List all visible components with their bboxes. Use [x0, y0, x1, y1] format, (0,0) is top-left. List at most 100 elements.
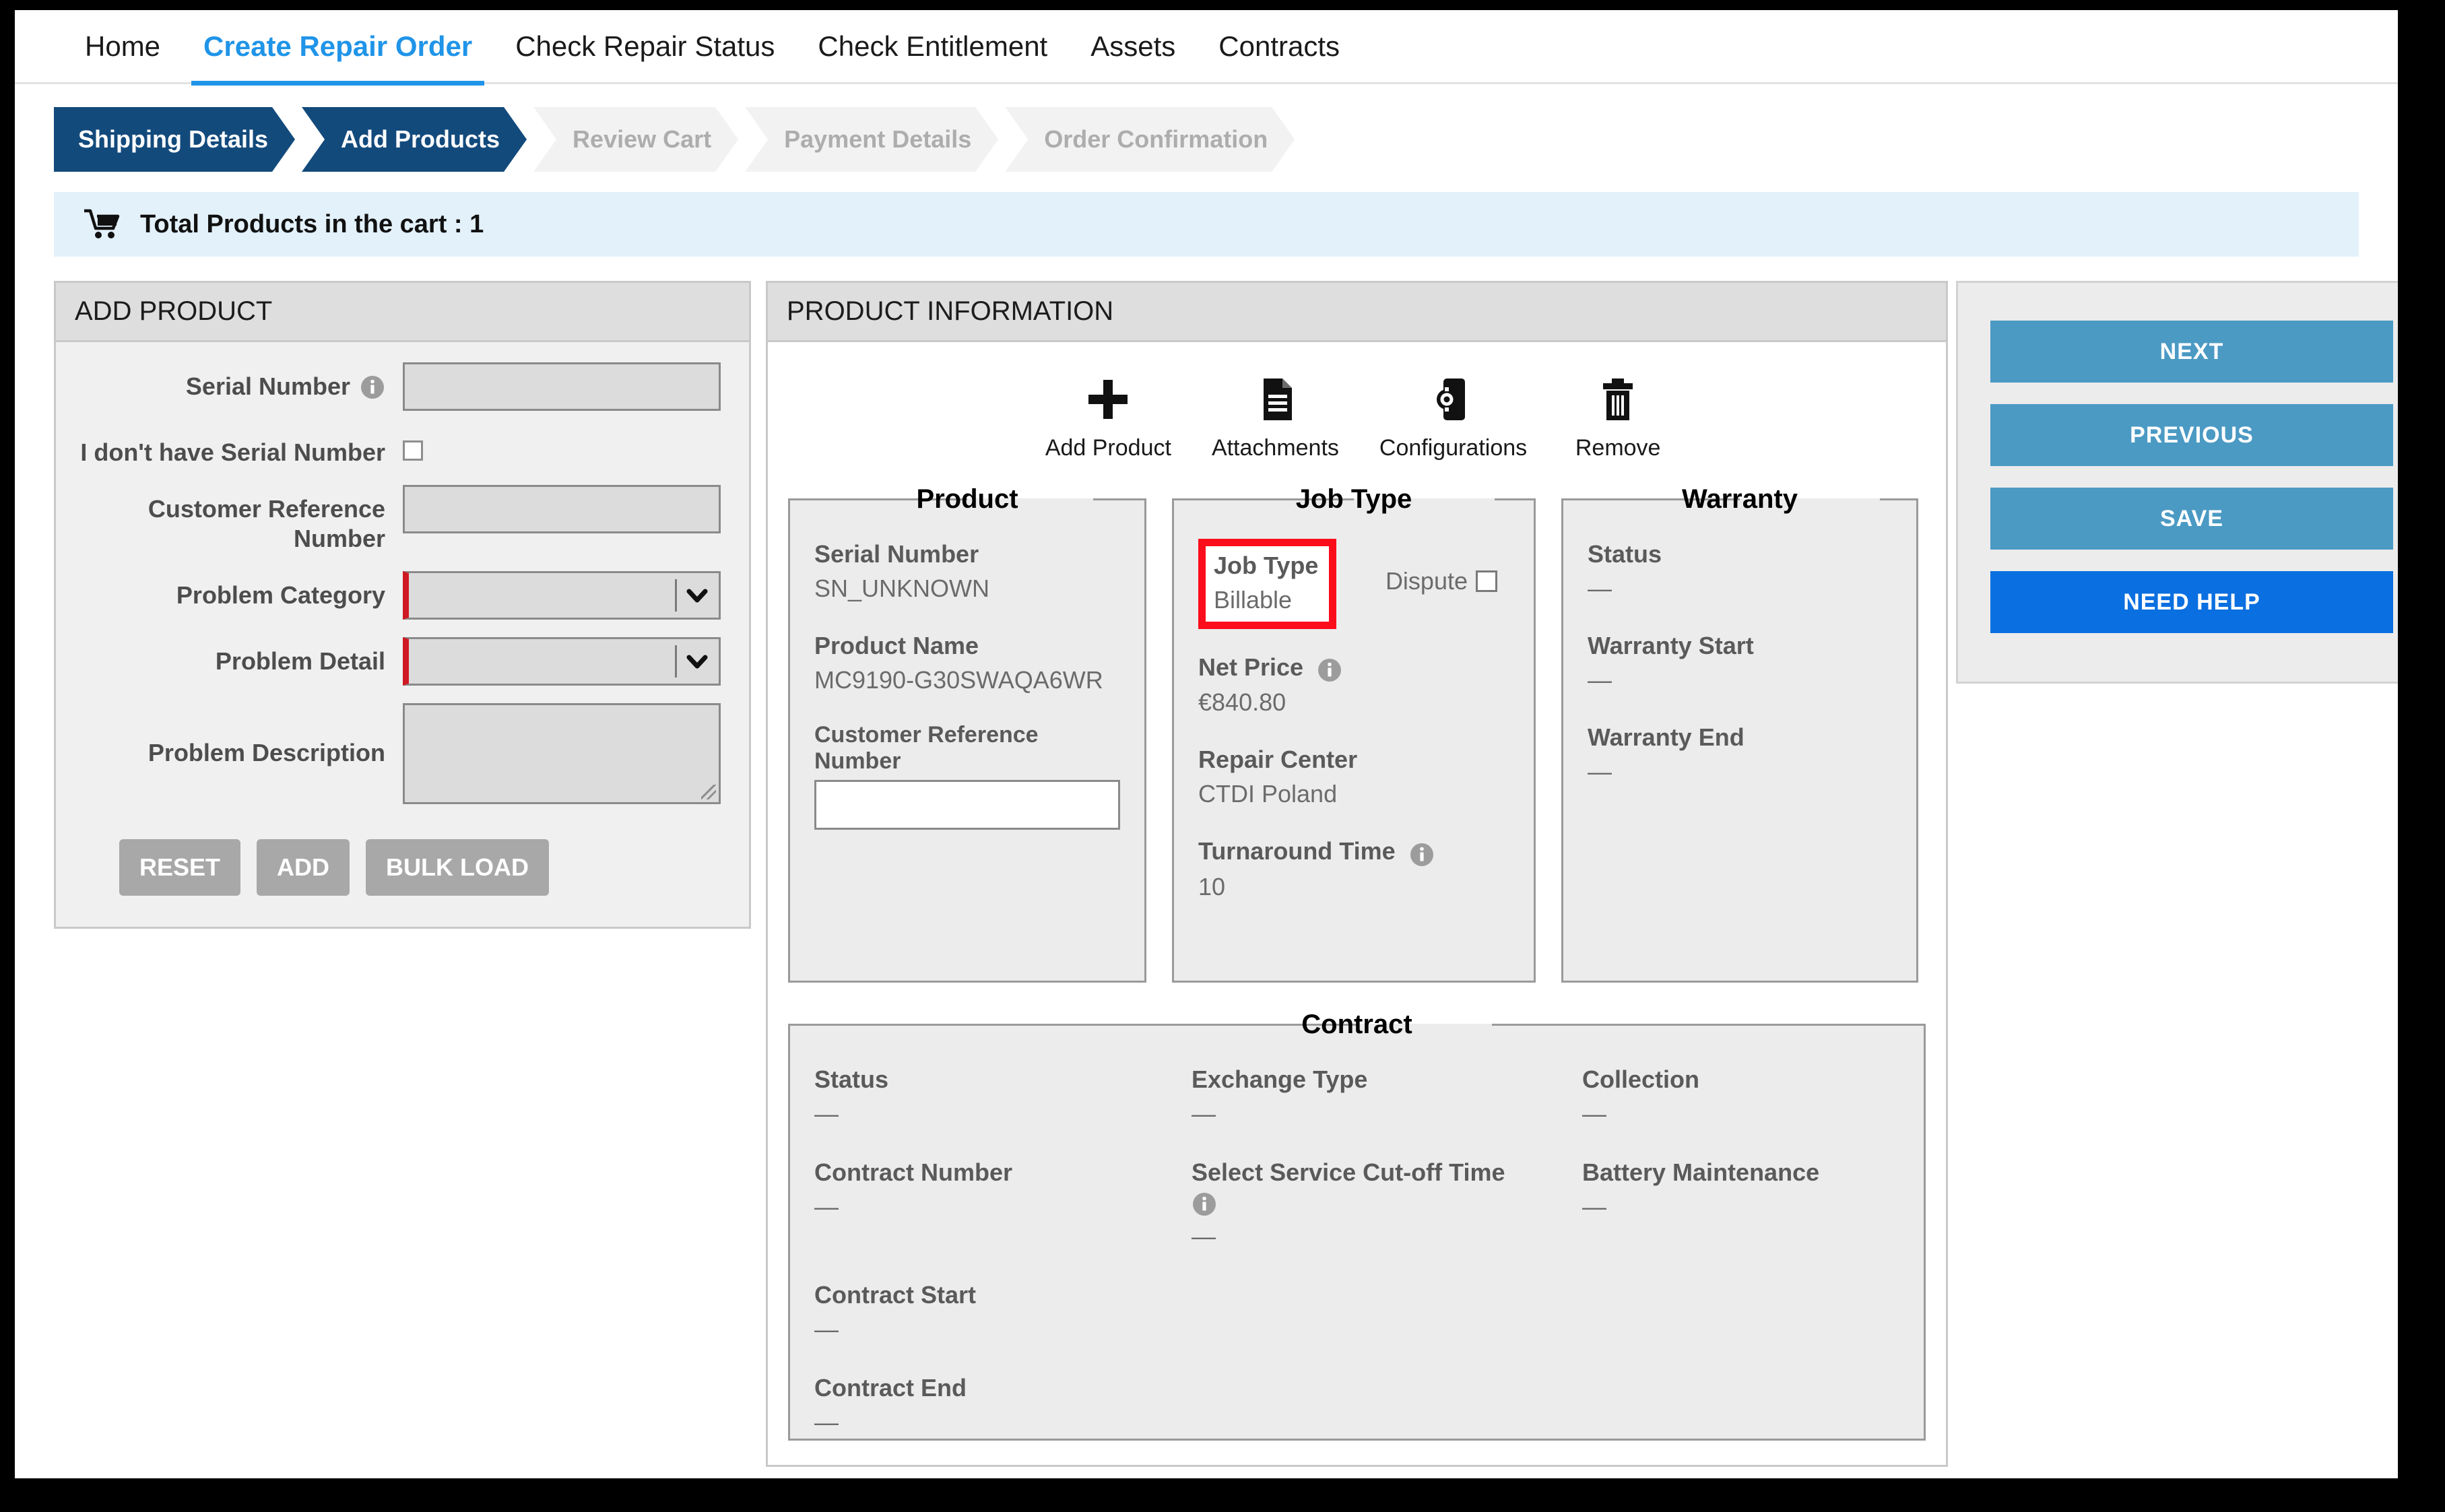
cart-summary-bar: Total Products in the cart : 1	[54, 192, 2359, 257]
product-toolbar: Add Product Attachments Configurations R…	[788, 360, 1926, 473]
contract-battery-label: Battery Maintenance	[1582, 1158, 1820, 1186]
remove-tool[interactable]: Remove	[1567, 374, 1668, 461]
attachments-tool[interactable]: Attachments	[1212, 374, 1339, 461]
document-icon	[1264, 379, 1293, 420]
contract-end-label: Contract End	[814, 1374, 967, 1402]
repair-center-field: Repair Center CTDI Poland	[1198, 744, 1509, 809]
warranty-status-label: Status	[1588, 540, 1662, 568]
warranty-status-field: Status —	[1588, 539, 1892, 603]
app-page: Home Create Repair Order Check Repair St…	[15, 10, 2398, 1478]
warranty-start-value: —	[1588, 666, 1612, 694]
product-serial-number-label: Serial Number	[814, 540, 979, 568]
contract-collection-field: Collection —	[1582, 1064, 1899, 1129]
info-icon[interactable]	[1317, 657, 1342, 683]
content-columns: ADD PRODUCT Serial Number I don't have S…	[54, 281, 2398, 1467]
product-customer-reference-label: Customer Reference Number	[814, 722, 1039, 774]
contract-status-label: Status	[814, 1065, 889, 1093]
nav-item-assets[interactable]: Assets	[1069, 10, 1197, 84]
info-icon[interactable]	[1192, 1191, 1217, 1217]
add-product-panel: ADD PRODUCT Serial Number I don't have S…	[54, 281, 751, 929]
nav-item-create-repair-order[interactable]: Create Repair Order	[182, 10, 494, 86]
info-icon[interactable]	[1409, 842, 1435, 867]
wizard-step-shipping-details[interactable]: Shipping Details	[54, 107, 295, 172]
turnaround-time-field: Turnaround Time 10	[1198, 836, 1509, 901]
contract-number-label: Contract Number	[814, 1158, 1013, 1186]
nav-item-contracts[interactable]: Contracts	[1197, 10, 1361, 84]
need-help-button[interactable]: NEED HELP	[1990, 571, 2393, 633]
no-serial-number-label: I don't have Serial Number	[80, 438, 385, 466]
warranty-end-field: Warranty End —	[1588, 722, 1892, 787]
problem-category-label: Problem Category	[176, 581, 385, 609]
cart-summary-text: Total Products in the cart : 1	[140, 209, 484, 238]
contract-start-field: Contract Start —	[814, 1280, 1192, 1344]
no-serial-number-row: I don't have Serial Number	[65, 428, 721, 467]
job-type-fieldset-legend: Job Type	[1295, 484, 1412, 514]
nav-item-check-repair-status[interactable]: Check Repair Status	[494, 10, 796, 84]
contract-grid-spacer	[1582, 1280, 1899, 1373]
add-product-tool[interactable]: Add Product	[1045, 374, 1171, 461]
dispute-control[interactable]: Dispute	[1386, 539, 1509, 595]
wizard-step-order-confirmation[interactable]: Order Confirmation	[1005, 107, 1295, 172]
nav-item-check-entitlement[interactable]: Check Entitlement	[796, 10, 1069, 84]
serial-number-label-wrap: Serial Number	[65, 362, 403, 401]
customer-reference-label: Customer Reference Number	[148, 494, 385, 552]
contract-cutoff-label: Select Service Cut-off Time	[1192, 1158, 1505, 1186]
job-type-row: Job Type Billable Dispute	[1198, 539, 1509, 629]
contract-start-label: Contract Start	[814, 1281, 977, 1309]
contract-cutoff-value: —	[1192, 1222, 1216, 1250]
attachments-tool-label: Attachments	[1211, 435, 1339, 461]
contract-battery-field: Battery Maintenance —	[1582, 1157, 1899, 1251]
warranty-end-value: —	[1588, 758, 1612, 785]
product-customer-reference-input[interactable]	[814, 780, 1120, 830]
contract-fieldset-legend: Contract	[1301, 1010, 1412, 1039]
remove-tool-label: Remove	[1575, 435, 1661, 461]
serial-number-input[interactable]	[403, 362, 721, 411]
product-fieldset: Product Serial Number SN_UNKNOWN Product…	[788, 484, 1146, 983]
plus-icon	[1088, 380, 1128, 419]
problem-category-select[interactable]	[403, 570, 721, 620]
add-product-tool-label: Add Product	[1045, 435, 1171, 461]
wizard-steps: Shipping Details Add Products Review Car…	[54, 107, 2398, 172]
contract-cutoff-label-wrap: Select Service Cut-off Time	[1192, 1157, 1582, 1187]
problem-description-textarea[interactable]	[403, 702, 721, 804]
contract-collection-label: Collection	[1582, 1065, 1700, 1093]
configurations-tool[interactable]: Configurations	[1379, 374, 1527, 461]
save-button[interactable]: SAVE	[1990, 488, 2393, 550]
product-name-label: Product Name	[814, 632, 979, 659]
job-type-highlight: Job Type Billable	[1198, 539, 1337, 629]
action-button-panel: NEXT PREVIOUS SAVE NEED HELP	[1956, 281, 2398, 684]
contract-status-value: —	[814, 1100, 839, 1127]
next-button[interactable]: NEXT	[1990, 321, 2393, 383]
problem-detail-row: Problem Detail	[65, 636, 721, 686]
dispute-checkbox[interactable]	[1476, 570, 1497, 592]
customer-reference-input[interactable]	[403, 484, 721, 533]
product-customer-reference-field: Customer Reference Number	[814, 722, 1120, 830]
turnaround-time-label-wrap: Turnaround Time	[1198, 836, 1509, 867]
bulk-load-button[interactable]: BULK LOAD	[366, 839, 550, 896]
net-price-label-wrap: Net Price	[1198, 652, 1509, 683]
wizard-step-add-products[interactable]: Add Products	[302, 107, 527, 172]
contract-exchange-type-label: Exchange Type	[1192, 1065, 1368, 1093]
problem-detail-select[interactable]	[403, 636, 721, 686]
previous-button[interactable]: PREVIOUS	[1990, 404, 2393, 466]
job-type-value: Billable	[1214, 586, 1293, 614]
select-divider	[675, 579, 677, 612]
wizard-step-payment-details[interactable]: Payment Details	[745, 107, 998, 172]
add-button[interactable]: ADD	[257, 839, 350, 896]
contract-grid: Status — Exchange Type — Collection — Co…	[814, 1064, 1899, 1466]
net-price-field: Net Price €840.80	[1198, 652, 1509, 717]
wizard-step-review-cart[interactable]: Review Cart	[533, 107, 738, 172]
trash-icon	[1603, 379, 1633, 420]
contract-fieldset: Contract Status — Exchange Type — Collec…	[788, 1010, 1926, 1441]
warranty-fieldset-legend: Warranty	[1682, 484, 1798, 514]
problem-detail-label: Problem Detail	[215, 647, 385, 675]
product-detail-fieldsets: Product Serial Number SN_UNKNOWN Product…	[788, 484, 1926, 983]
contract-grid-spacer	[1192, 1373, 1582, 1466]
configurations-icon	[1436, 379, 1465, 420]
contract-number-field: Contract Number —	[814, 1157, 1192, 1251]
warranty-status-value: —	[1588, 574, 1612, 602]
info-icon[interactable]	[360, 374, 385, 400]
reset-button[interactable]: RESET	[119, 839, 241, 896]
no-serial-number-checkbox[interactable]	[403, 440, 423, 461]
nav-item-home[interactable]: Home	[63, 10, 182, 84]
